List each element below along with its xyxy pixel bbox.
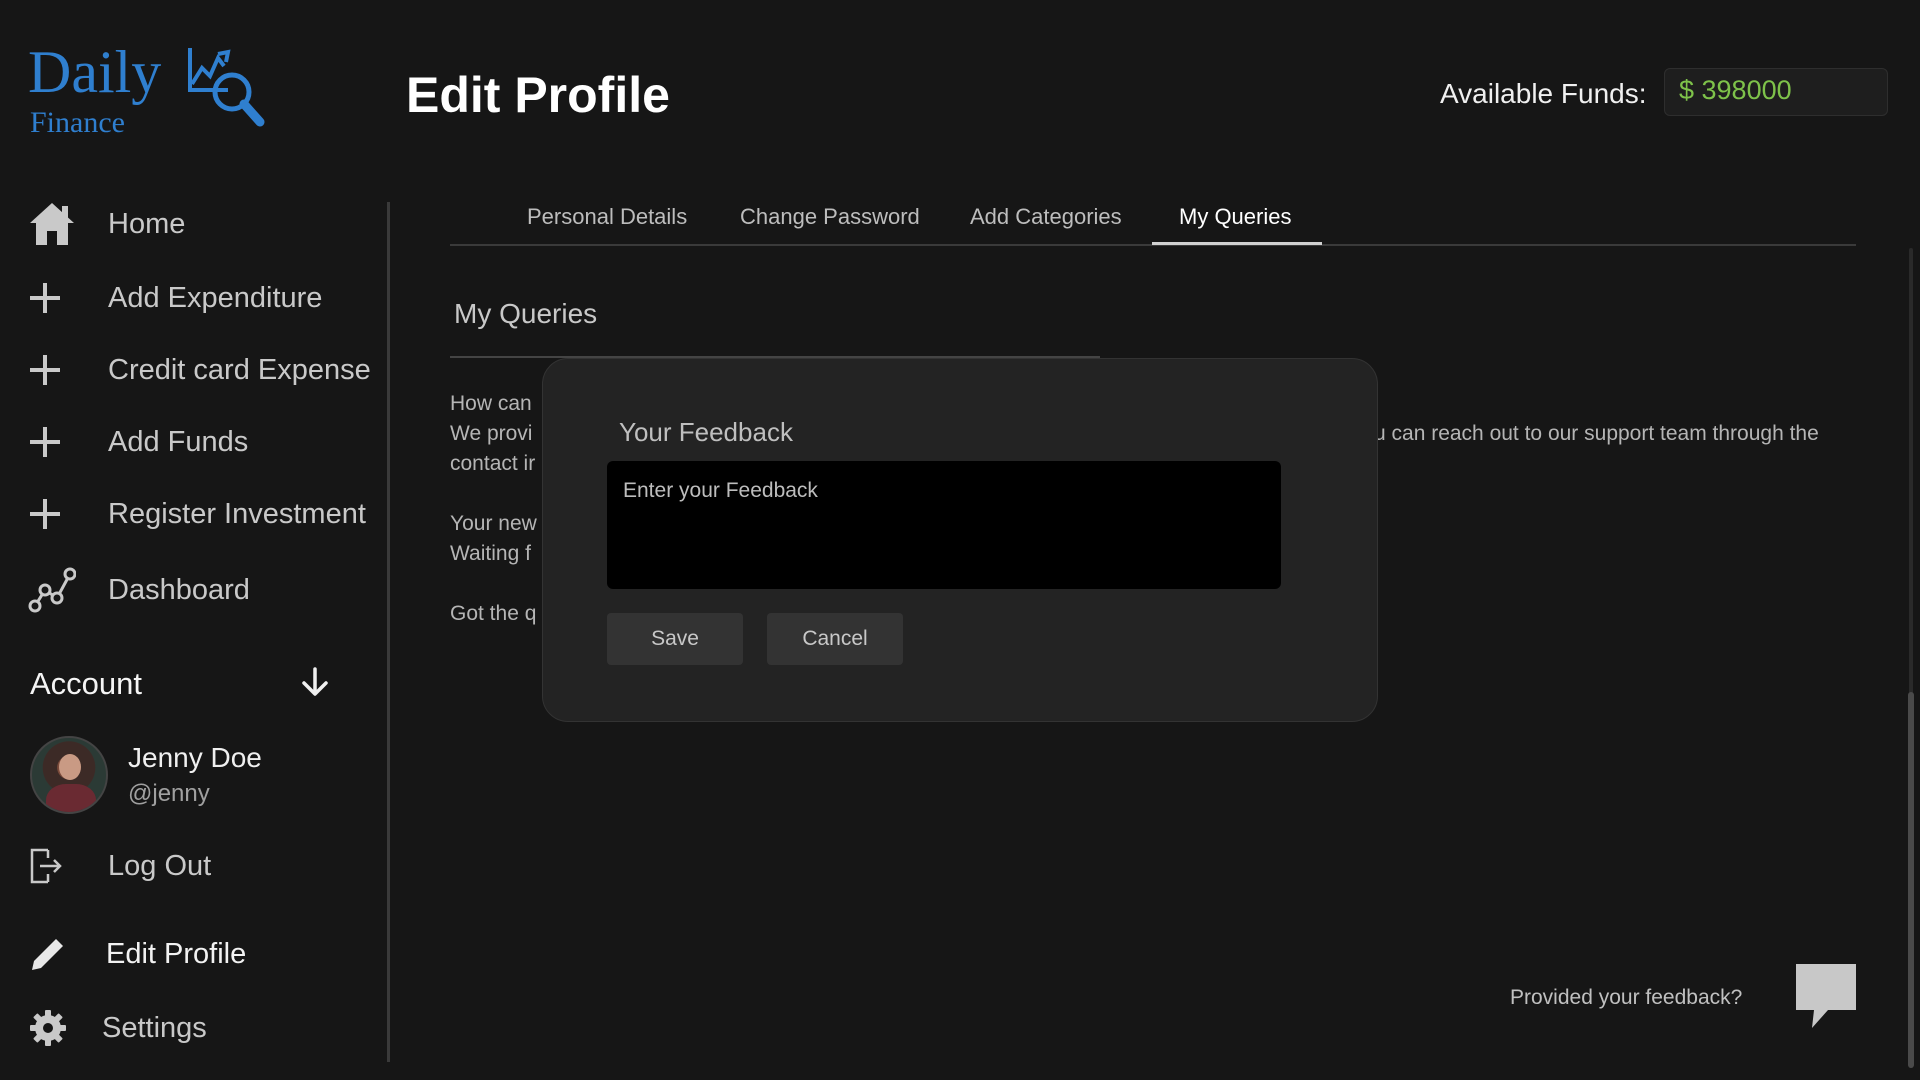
chart-line-icon [28, 564, 80, 616]
logout-label: Log Out [108, 849, 212, 882]
scrollbar-thumb[interactable] [1908, 692, 1914, 1068]
section-title: My Queries [454, 298, 598, 329]
sidebar-item-label: Add Expenditure [108, 281, 323, 314]
feedback-prompt: Provided your feedback? [1510, 986, 1743, 1009]
account-title: Account [30, 666, 143, 701]
available-funds-value: $ 398000 [1664, 68, 1888, 116]
faq-answer-text-cont: contact ir [450, 452, 536, 475]
sidebar-item-credit-card-expense[interactable]: Credit card Expense [28, 342, 371, 398]
sidebar-item-label: Add Funds [108, 425, 249, 458]
page-title: Edit Profile [406, 67, 670, 123]
cancel-button[interactable]: Cancel [767, 613, 903, 665]
arrow-down-icon [300, 666, 330, 703]
modal-title: Your Feedback [619, 417, 793, 447]
user-handle: @jenny [128, 780, 210, 807]
plus-icon [28, 344, 80, 396]
save-button[interactable]: Save [607, 613, 743, 665]
faq-answer-text: We provi [450, 422, 533, 445]
user-name: Jenny Doe [128, 742, 262, 773]
account-section-toggle[interactable]: Account [30, 662, 330, 706]
logout-button[interactable]: Log Out [28, 838, 211, 894]
sidebar-item-edit-profile[interactable]: Edit Profile [28, 926, 246, 982]
brand-name-daily: Daily [28, 39, 162, 105]
query-waiting-text: Waiting f [450, 542, 531, 565]
sidebar-item-label: Register Investment [108, 497, 366, 530]
sidebar-item-label: Edit Profile [106, 937, 247, 970]
brand-name-finance: Finance [30, 106, 125, 139]
plus-icon [28, 488, 80, 540]
query-resolved-text: Got the q [450, 602, 537, 625]
sidebar-divider [387, 202, 390, 1062]
sidebar-item-dashboard[interactable]: Dashboard [28, 562, 250, 618]
gear-icon [28, 1002, 80, 1054]
faq-answer-text-end: u can reach out to our support team thro… [1374, 422, 1819, 445]
query-status-text: Your new [450, 512, 537, 535]
sidebar-item-label: Home [108, 207, 186, 240]
feedback-input[interactable] [607, 461, 1281, 589]
tab-my-queries[interactable]: My Queries [1179, 204, 1291, 230]
sidebar-item-label: Dashboard [108, 573, 250, 606]
available-funds-label: Available Funds: [1440, 78, 1647, 109]
pencil-icon [28, 928, 80, 980]
sidebar-item-add-funds[interactable]: Add Funds [28, 414, 248, 470]
chart-magnifier-icon [188, 48, 265, 127]
plus-icon [28, 416, 80, 468]
sidebar-item-register-investment[interactable]: Register Investment [28, 486, 366, 542]
sidebar-item-label: Settings [102, 1011, 207, 1044]
faq-question-text: How can [450, 392, 532, 415]
sidebar-item-home[interactable]: Home [28, 196, 185, 252]
logout-icon [28, 840, 80, 892]
home-icon [28, 198, 80, 250]
brand-logo[interactable]: Daily Finance [28, 42, 278, 142]
user-profile[interactable]: Jenny Doe @jenny [30, 736, 262, 814]
feedback-modal: Your Feedback Save Cancel [542, 358, 1378, 722]
active-tab-indicator [1152, 242, 1322, 245]
tab-personal-details[interactable]: Personal Details [527, 204, 687, 230]
chat-bubble-icon[interactable] [1794, 962, 1858, 1030]
sidebar-item-settings[interactable]: Settings [28, 1000, 207, 1056]
app-root: Daily Finance Edit Profile Available Fun… [0, 0, 1920, 1080]
plus-icon [28, 272, 80, 324]
avatar [30, 736, 108, 814]
tab-change-password[interactable]: Change Password [740, 204, 920, 230]
sidebar-item-label: Credit card Expense [108, 353, 371, 386]
page-scrollbar[interactable] [1906, 248, 1916, 1068]
tab-add-categories[interactable]: Add Categories [970, 204, 1122, 230]
profile-tabs: Personal Details Change Password Add Cat… [450, 196, 1856, 246]
sidebar-item-add-expenditure[interactable]: Add Expenditure [28, 270, 322, 326]
